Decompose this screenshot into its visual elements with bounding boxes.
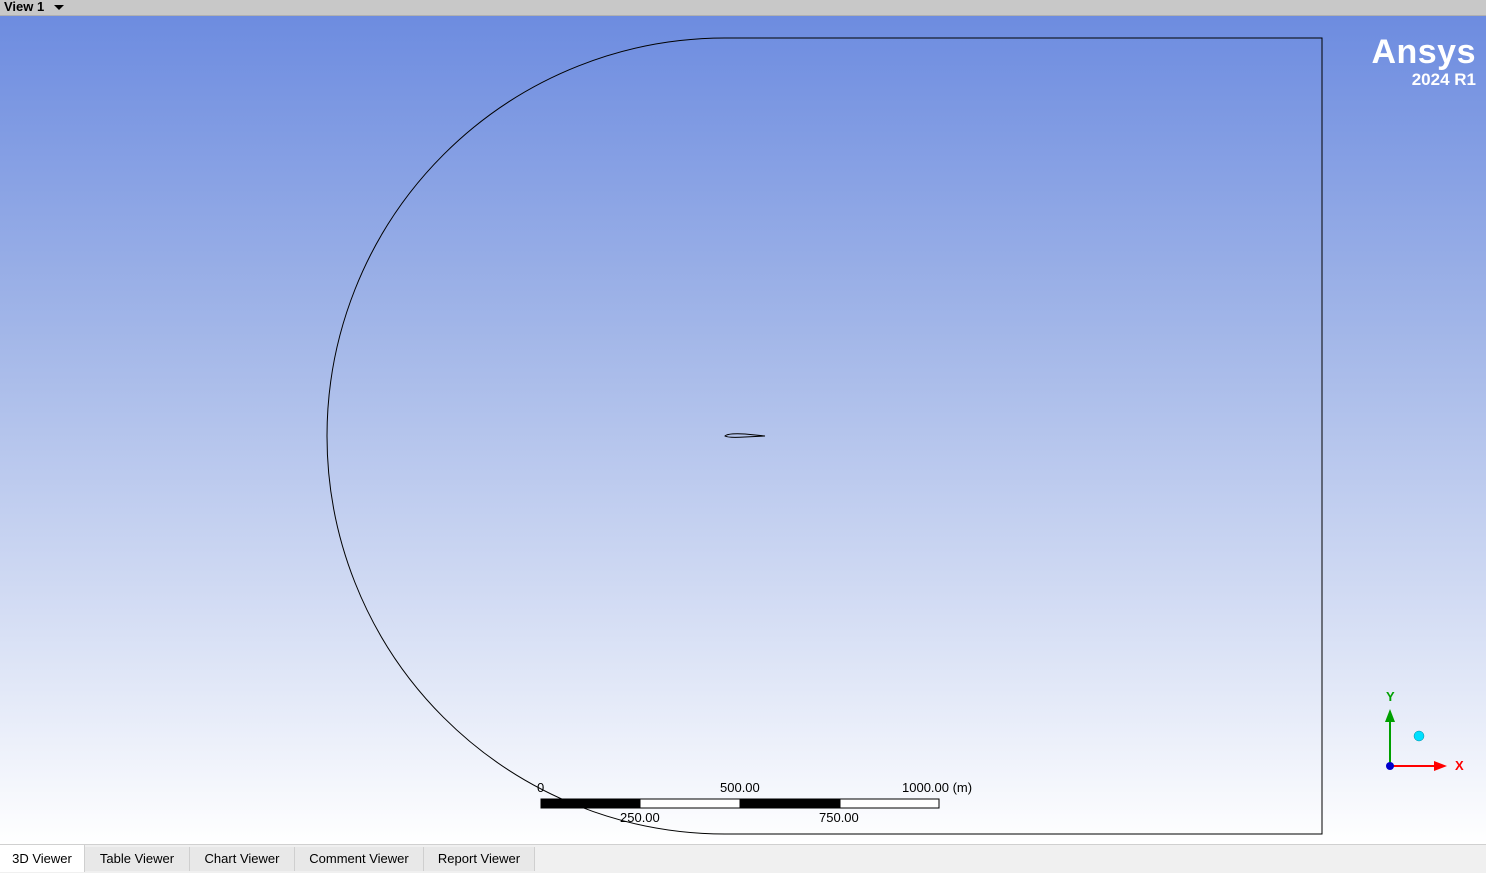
- geometry-canvas[interactable]: [0, 16, 1486, 844]
- axis-triad[interactable]: [1385, 709, 1447, 771]
- origin-dot-icon: [1386, 762, 1394, 770]
- view-title-label: View 1: [4, 0, 45, 14]
- 3d-graphics-viewport[interactable]: Ansys 2024 R1 0 500.00 1000.00 (m) 250.0…: [0, 16, 1486, 844]
- scale-seg-2: [639, 798, 741, 809]
- iso-view-ball-icon: [1413, 730, 1425, 742]
- tab-report-viewer[interactable]: Report Viewer: [424, 847, 535, 871]
- tab-3d-viewer[interactable]: 3D Viewer: [0, 845, 85, 872]
- x-axis-label: X: [1455, 758, 1464, 773]
- scale-seg-1: [540, 798, 641, 809]
- y-axis-label: Y: [1386, 689, 1395, 704]
- scale-bar: [540, 798, 940, 809]
- view-selector[interactable]: View 1: [4, 0, 65, 14]
- view-header: View 1: [0, 0, 1486, 16]
- scale-label-500: 500.00: [720, 780, 760, 795]
- logo-version: 2024 R1: [1411, 70, 1476, 89]
- scale-label-750: 750.00: [819, 810, 859, 825]
- domain-outline[interactable]: [326, 37, 1323, 835]
- airfoil-shape[interactable]: [724, 433, 766, 438]
- viewer-tab-bar: 3D Viewer Table Viewer Chart Viewer Comm…: [0, 844, 1486, 873]
- scale-seg-3: [739, 798, 841, 809]
- scale-label-0: 0: [537, 780, 545, 795]
- y-axis-arrow-icon: [1385, 709, 1395, 722]
- logo-name: Ansys: [1371, 33, 1476, 71]
- scale-seg-4: [839, 798, 940, 809]
- tab-comment-viewer[interactable]: Comment Viewer: [295, 847, 424, 871]
- dropdown-caret-icon[interactable]: [54, 5, 65, 11]
- ansys-logo: Ansys 2024 R1: [1371, 34, 1476, 90]
- tab-table-viewer[interactable]: Table Viewer: [85, 847, 190, 871]
- tab-chart-viewer[interactable]: Chart Viewer: [190, 847, 295, 871]
- x-axis-arrow-icon: [1434, 761, 1447, 771]
- scale-label-1000: 1000.00 (m): [902, 780, 973, 795]
- scale-label-250: 250.00: [620, 810, 660, 825]
